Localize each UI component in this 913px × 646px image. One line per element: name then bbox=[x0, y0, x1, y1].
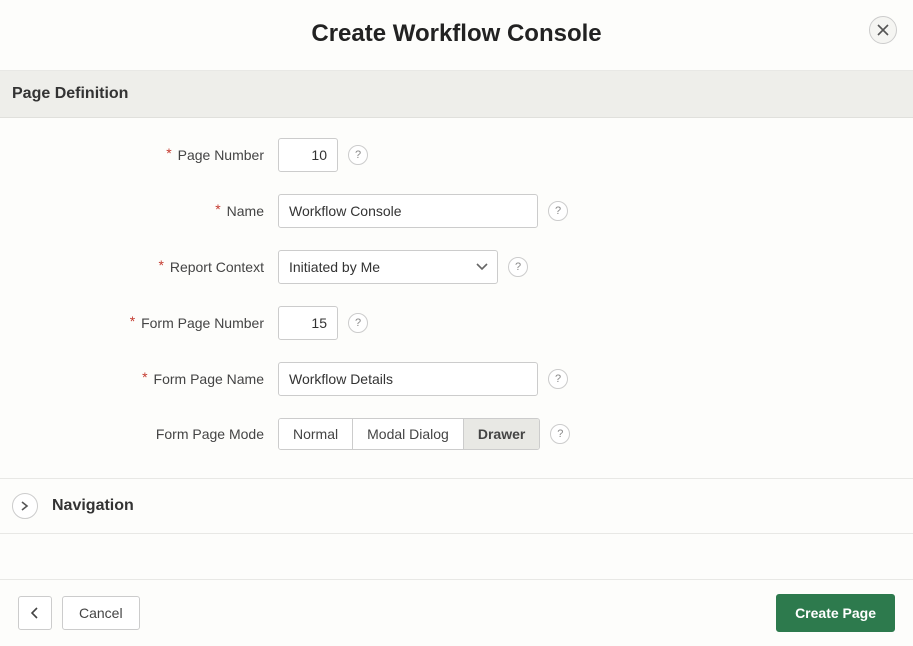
dialog-header: Create Workflow Console bbox=[0, 0, 913, 71]
row-form-page-name: * Form Page Name ? bbox=[0, 362, 913, 396]
label-form-page-number: * Form Page Number bbox=[0, 315, 278, 331]
chevron-right-icon bbox=[21, 501, 29, 511]
label-text-form-page-mode: Form Page Mode bbox=[156, 426, 264, 442]
help-icon[interactable]: ? bbox=[508, 257, 528, 277]
label-text-name: Name bbox=[227, 203, 264, 219]
row-report-context: * Report Context ? bbox=[0, 250, 913, 284]
name-input[interactable] bbox=[278, 194, 538, 228]
label-text-report-context: Report Context bbox=[170, 259, 264, 275]
dialog-footer: Cancel Create Page bbox=[0, 579, 913, 646]
help-icon[interactable]: ? bbox=[548, 201, 568, 221]
help-icon[interactable]: ? bbox=[348, 313, 368, 333]
close-icon bbox=[877, 24, 889, 36]
navigation-title: Navigation bbox=[52, 497, 134, 515]
required-indicator: * bbox=[166, 145, 171, 161]
page-number-input[interactable] bbox=[278, 138, 338, 172]
section-header-navigation[interactable]: Navigation bbox=[0, 478, 913, 534]
row-form-page-number: * Form Page Number ? bbox=[0, 306, 913, 340]
label-form-page-mode: Form Page Mode bbox=[0, 426, 278, 442]
cancel-button[interactable]: Cancel bbox=[62, 596, 140, 630]
help-icon[interactable]: ? bbox=[348, 145, 368, 165]
mode-option-modal-dialog[interactable]: Modal Dialog bbox=[353, 419, 464, 449]
row-page-number: * Page Number ? bbox=[0, 138, 913, 172]
label-text-page-number: Page Number bbox=[178, 147, 264, 163]
required-indicator: * bbox=[130, 313, 135, 329]
back-button[interactable] bbox=[18, 596, 52, 630]
label-text-form-page-number: Form Page Number bbox=[141, 315, 264, 331]
help-icon[interactable]: ? bbox=[550, 424, 570, 444]
form-page-name-input[interactable] bbox=[278, 362, 538, 396]
label-name: * Name bbox=[0, 203, 278, 219]
create-page-button[interactable]: Create Page bbox=[776, 594, 895, 632]
report-context-select[interactable] bbox=[278, 250, 498, 284]
row-form-page-mode: Form Page Mode Normal Modal Dialog Drawe… bbox=[0, 418, 913, 450]
form-page-mode-segmented: Normal Modal Dialog Drawer bbox=[278, 418, 540, 450]
mode-option-drawer[interactable]: Drawer bbox=[464, 419, 539, 449]
dialog-title: Create Workflow Console bbox=[0, 20, 913, 48]
required-indicator: * bbox=[142, 369, 147, 385]
label-text-form-page-name: Form Page Name bbox=[154, 371, 264, 387]
page-definition-form: * Page Number ? * Name ? * Report Contex… bbox=[0, 118, 913, 478]
expand-button[interactable] bbox=[12, 493, 38, 519]
label-report-context: * Report Context bbox=[0, 259, 278, 275]
close-button[interactable] bbox=[869, 16, 897, 44]
form-page-number-input[interactable] bbox=[278, 306, 338, 340]
required-indicator: * bbox=[158, 257, 163, 273]
help-icon[interactable]: ? bbox=[548, 369, 568, 389]
label-form-page-name: * Form Page Name bbox=[0, 371, 278, 387]
row-name: * Name ? bbox=[0, 194, 913, 228]
required-indicator: * bbox=[215, 201, 220, 217]
label-page-number: * Page Number bbox=[0, 147, 278, 163]
chevron-left-icon bbox=[31, 607, 39, 619]
report-context-value[interactable] bbox=[278, 250, 498, 284]
section-header-page-definition: Page Definition bbox=[0, 71, 913, 118]
mode-option-normal[interactable]: Normal bbox=[279, 419, 353, 449]
